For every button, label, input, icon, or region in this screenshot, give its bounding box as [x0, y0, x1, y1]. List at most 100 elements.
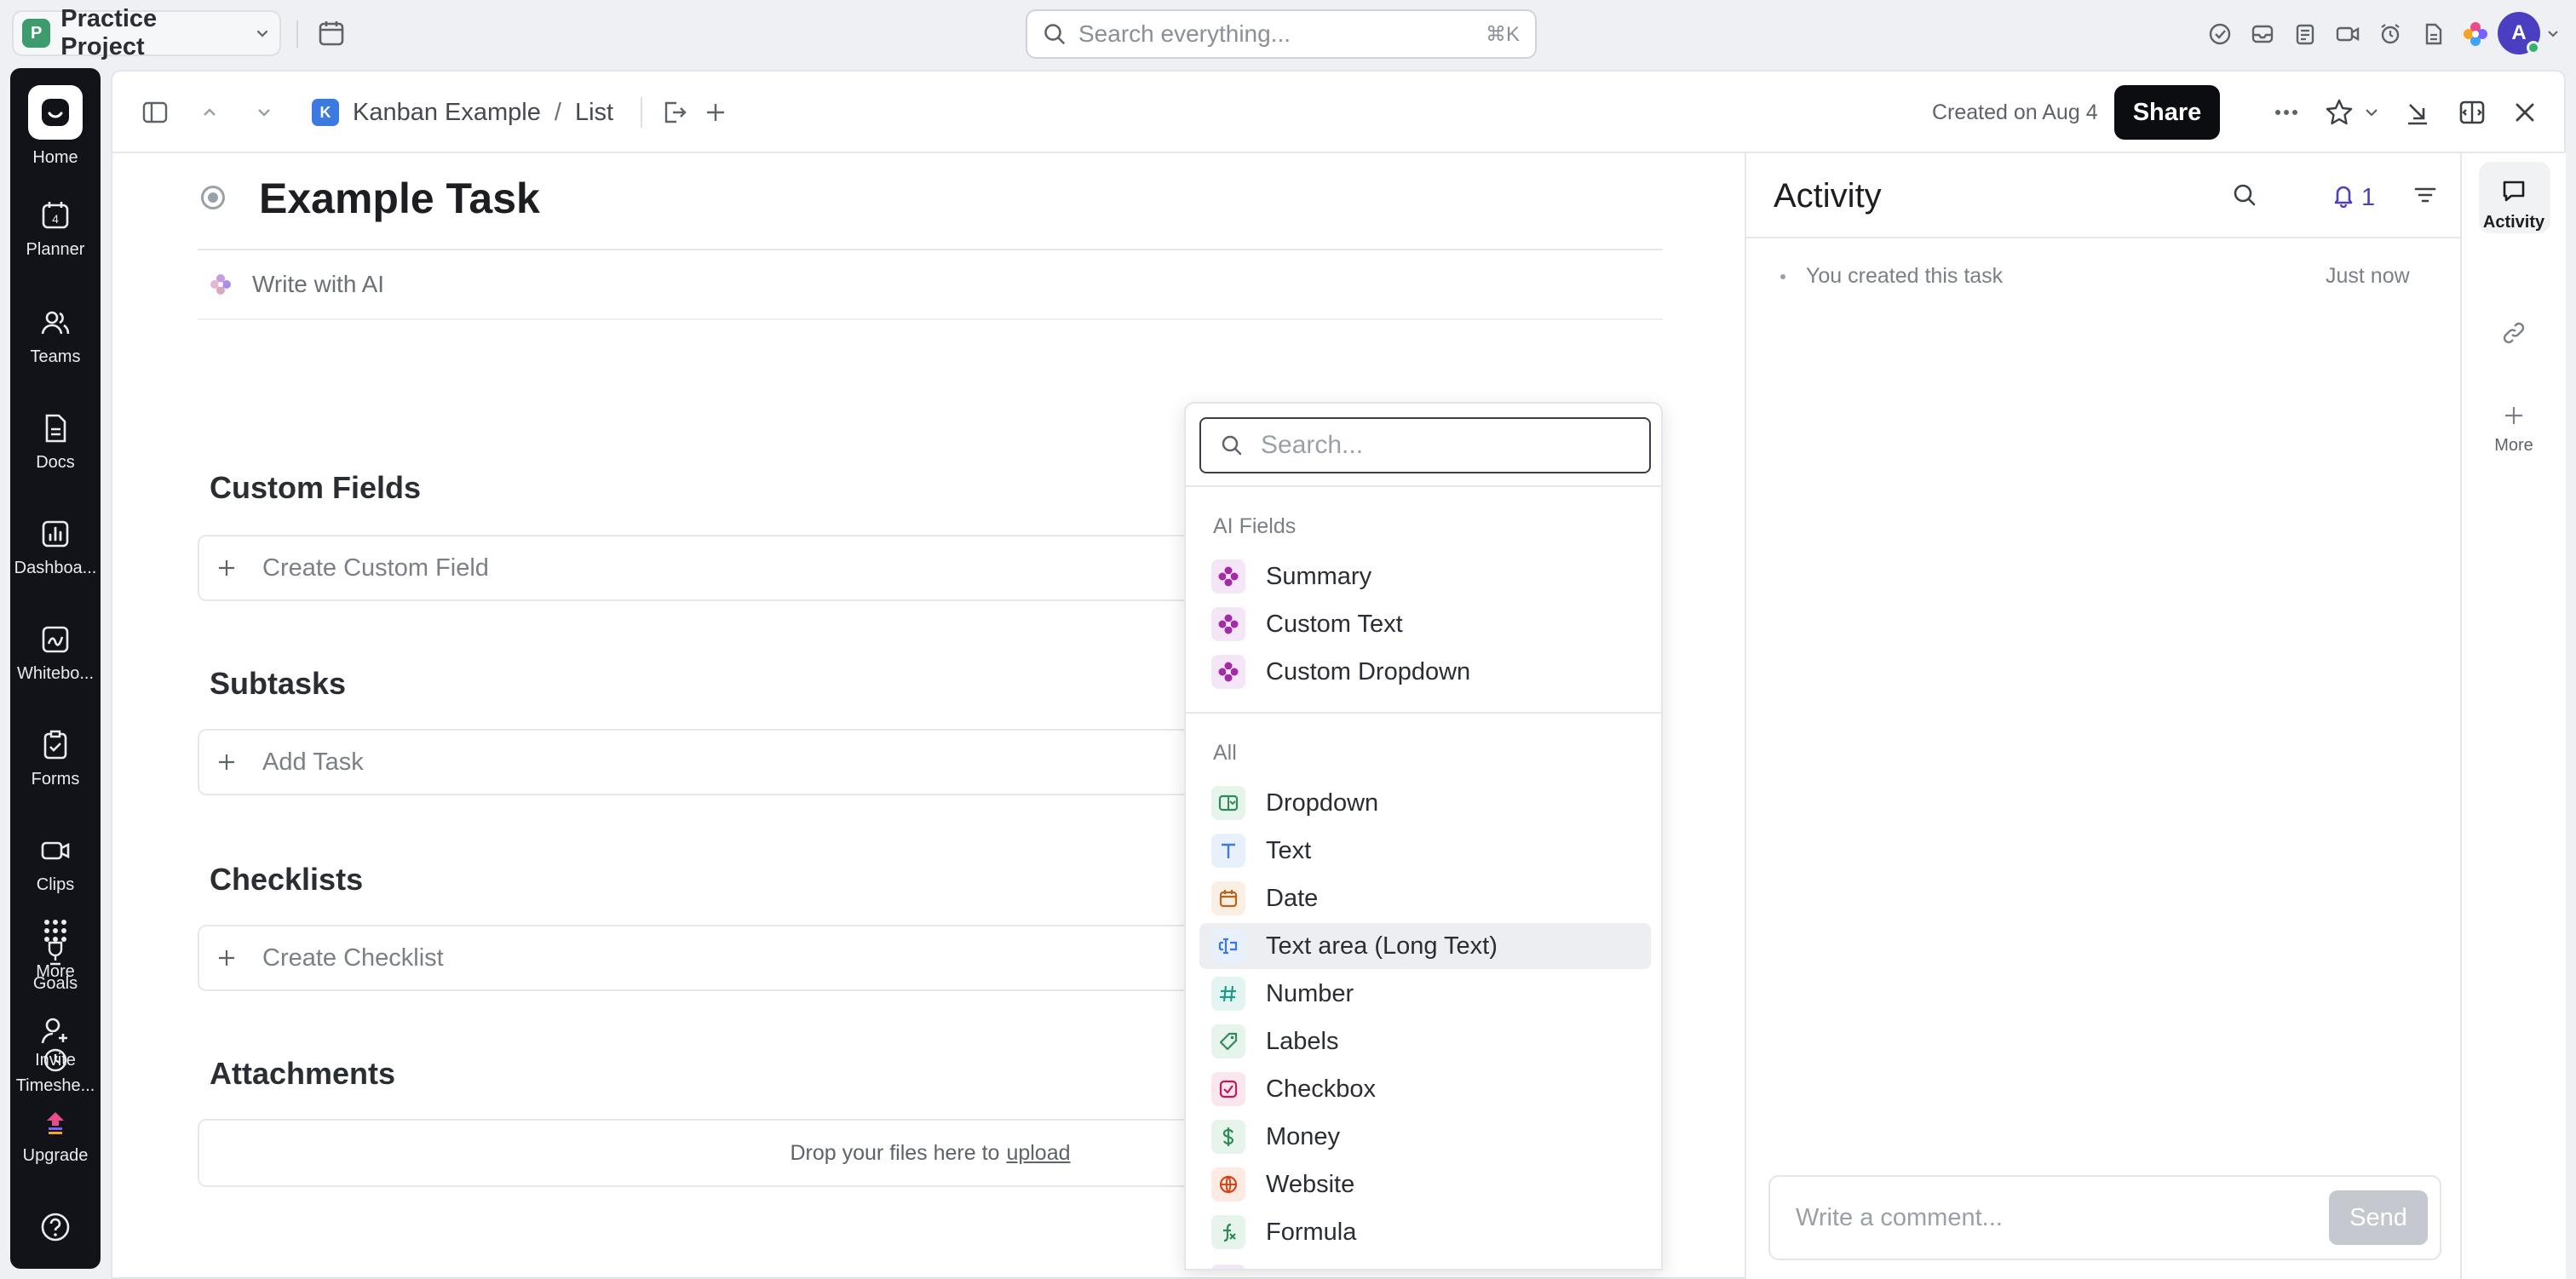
send-button[interactable]: Send — [2329, 1190, 2428, 1245]
sidebar-toggle-icon[interactable] — [138, 95, 172, 129]
global-search[interactable]: Search everything... ⌘K — [1026, 9, 1537, 59]
field-search-input[interactable] — [1261, 431, 1619, 460]
help-icon[interactable] — [39, 1211, 72, 1243]
write-with-ai-label: Write with AI — [252, 271, 385, 297]
field-option-formula[interactable]: Formula — [1199, 1209, 1651, 1255]
field-option-label: Text area (Long Text) — [1266, 932, 1498, 960]
field-option-dropdown[interactable]: Dropdown — [1199, 780, 1651, 826]
chevron-down-icon[interactable] — [2545, 26, 2561, 41]
video-icon[interactable] — [2332, 17, 2363, 51]
calendar-icon[interactable] — [317, 19, 346, 48]
field-option-label: Text — [1266, 836, 1312, 864]
sidebar-item-label: Dashboa... — [14, 559, 97, 577]
money-field-icon — [1211, 1120, 1245, 1154]
search-icon[interactable] — [2232, 182, 2257, 208]
search-placeholder: Search everything... — [1078, 20, 1291, 47]
plus-icon[interactable] — [699, 95, 733, 129]
whiteboard-icon — [39, 623, 72, 656]
field-option-label: Website — [1266, 1170, 1355, 1198]
field-option-text-area[interactable]: Text area (Long Text) — [1199, 923, 1651, 969]
ai-brain-icon[interactable] — [2460, 17, 2491, 51]
comment-input[interactable] — [1796, 1203, 2307, 1232]
field-option-custom-dropdown[interactable]: Custom Dropdown — [1199, 649, 1651, 695]
chevron-up-icon[interactable] — [193, 95, 227, 129]
field-option-number[interactable]: Number — [1199, 971, 1651, 1017]
sidebar-item-upgrade[interactable]: Upgrade — [10, 1109, 101, 1166]
alarm-icon[interactable] — [2375, 17, 2406, 51]
field-option-money[interactable]: Money — [1199, 1114, 1651, 1160]
upload-link[interactable]: upload — [1006, 1141, 1070, 1166]
divider — [1186, 712, 1661, 714]
field-option-website[interactable]: Website — [1199, 1161, 1651, 1207]
sidebar-item-timesheets[interactable]: Timeshe... — [10, 1046, 101, 1096]
tab-label: Activity — [2482, 213, 2545, 232]
task-check-icon[interactable] — [2205, 17, 2235, 51]
task-status-icon[interactable] — [201, 186, 225, 209]
field-option-label: Number — [1266, 979, 1354, 1007]
field-option-summary[interactable]: Summary — [1199, 553, 1651, 599]
move-task-icon[interactable] — [658, 95, 692, 129]
minimize-icon[interactable] — [2401, 95, 2435, 129]
divider — [1186, 485, 1661, 487]
sidebar-item-label: Whitebo... — [16, 664, 95, 683]
plus-icon — [216, 752, 237, 772]
add-user-icon — [39, 1015, 72, 1047]
field-option-date[interactable]: Date — [1199, 875, 1651, 921]
sidebar-item-forms[interactable]: Forms — [10, 729, 101, 789]
close-icon[interactable] — [2508, 95, 2542, 129]
sidebar-item-label: Docs — [36, 453, 75, 472]
field-option-text[interactable]: Text — [1199, 828, 1651, 874]
activity-text: You created this task — [1806, 264, 2004, 288]
tab-activity[interactable]: Activity — [2462, 177, 2566, 232]
field-type-icon — [1211, 1265, 1245, 1269]
activity-title: Activity — [1774, 177, 1882, 215]
breadcrumb-list[interactable]: List — [575, 99, 613, 127]
breadcrumb-space[interactable]: Kanban Example — [353, 99, 541, 127]
field-option-label: Money — [1266, 1122, 1341, 1150]
tab-more[interactable]: More — [2462, 404, 2566, 456]
tab-links[interactable] — [2462, 320, 2566, 346]
comment-box: Send — [1768, 1175, 2441, 1260]
sidebar-item-home[interactable]: Home — [10, 85, 101, 168]
sidebar-item-dashboards[interactable]: Dashboa... — [10, 518, 101, 578]
field-option-custom-text[interactable]: Custom Text — [1199, 601, 1651, 647]
sidebar-item-planner[interactable]: 4 Planner — [10, 199, 101, 260]
filter-icon[interactable] — [2412, 182, 2438, 208]
divider — [1746, 237, 2462, 238]
notepad-icon[interactable] — [2290, 17, 2320, 51]
field-option-labels[interactable]: Labels — [1199, 1018, 1651, 1064]
sidebar-item-clips[interactable]: Clips — [10, 835, 101, 895]
svg-text:4: 4 — [52, 212, 59, 226]
video-icon — [39, 835, 72, 867]
write-with-ai-button[interactable]: Write with AI — [208, 271, 384, 298]
field-option-checkbox[interactable]: Checkbox — [1199, 1066, 1651, 1112]
search-icon — [1220, 433, 1244, 457]
sidebar-item-teams[interactable]: Teams — [10, 307, 101, 367]
inbox-icon[interactable] — [2247, 17, 2278, 51]
more-options-icon[interactable] — [2269, 95, 2303, 129]
notification-count: 1 — [2361, 184, 2376, 211]
plus-icon — [216, 558, 237, 578]
create-custom-field-label: Create Custom Field — [262, 553, 489, 582]
field-option-label: Labels — [1266, 1027, 1339, 1055]
chevron-down-icon[interactable] — [2355, 95, 2389, 129]
sidebar-item-whiteboards[interactable]: Whitebo... — [10, 623, 101, 684]
activity-time: Just now — [2326, 264, 2410, 288]
field-option-partial[interactable] — [1199, 1259, 1651, 1269]
attachments-title: Attachments — [210, 1056, 396, 1091]
plus-icon — [2502, 404, 2526, 427]
field-option-label: Formula — [1266, 1218, 1357, 1246]
activity-entry: You created this task — [1780, 264, 2003, 289]
workspace-switcher[interactable]: P Practice Project — [12, 5, 281, 60]
share-button[interactable]: Share — [2114, 85, 2220, 140]
sidebar-item-docs[interactable]: Docs — [10, 412, 101, 473]
doc-icon[interactable] — [2418, 17, 2448, 51]
sidebar-item-goals[interactable]: Goals — [10, 938, 101, 994]
chevron-down-icon[interactable] — [247, 95, 281, 129]
task-title[interactable]: Example Task — [259, 174, 540, 223]
expand-panel-icon[interactable] — [2455, 95, 2489, 129]
breadcrumb-separator: / — [554, 98, 561, 126]
star-icon[interactable] — [2322, 95, 2356, 129]
bell-icon[interactable] — [2331, 182, 2356, 208]
top-bar-actions — [2205, 17, 2491, 51]
